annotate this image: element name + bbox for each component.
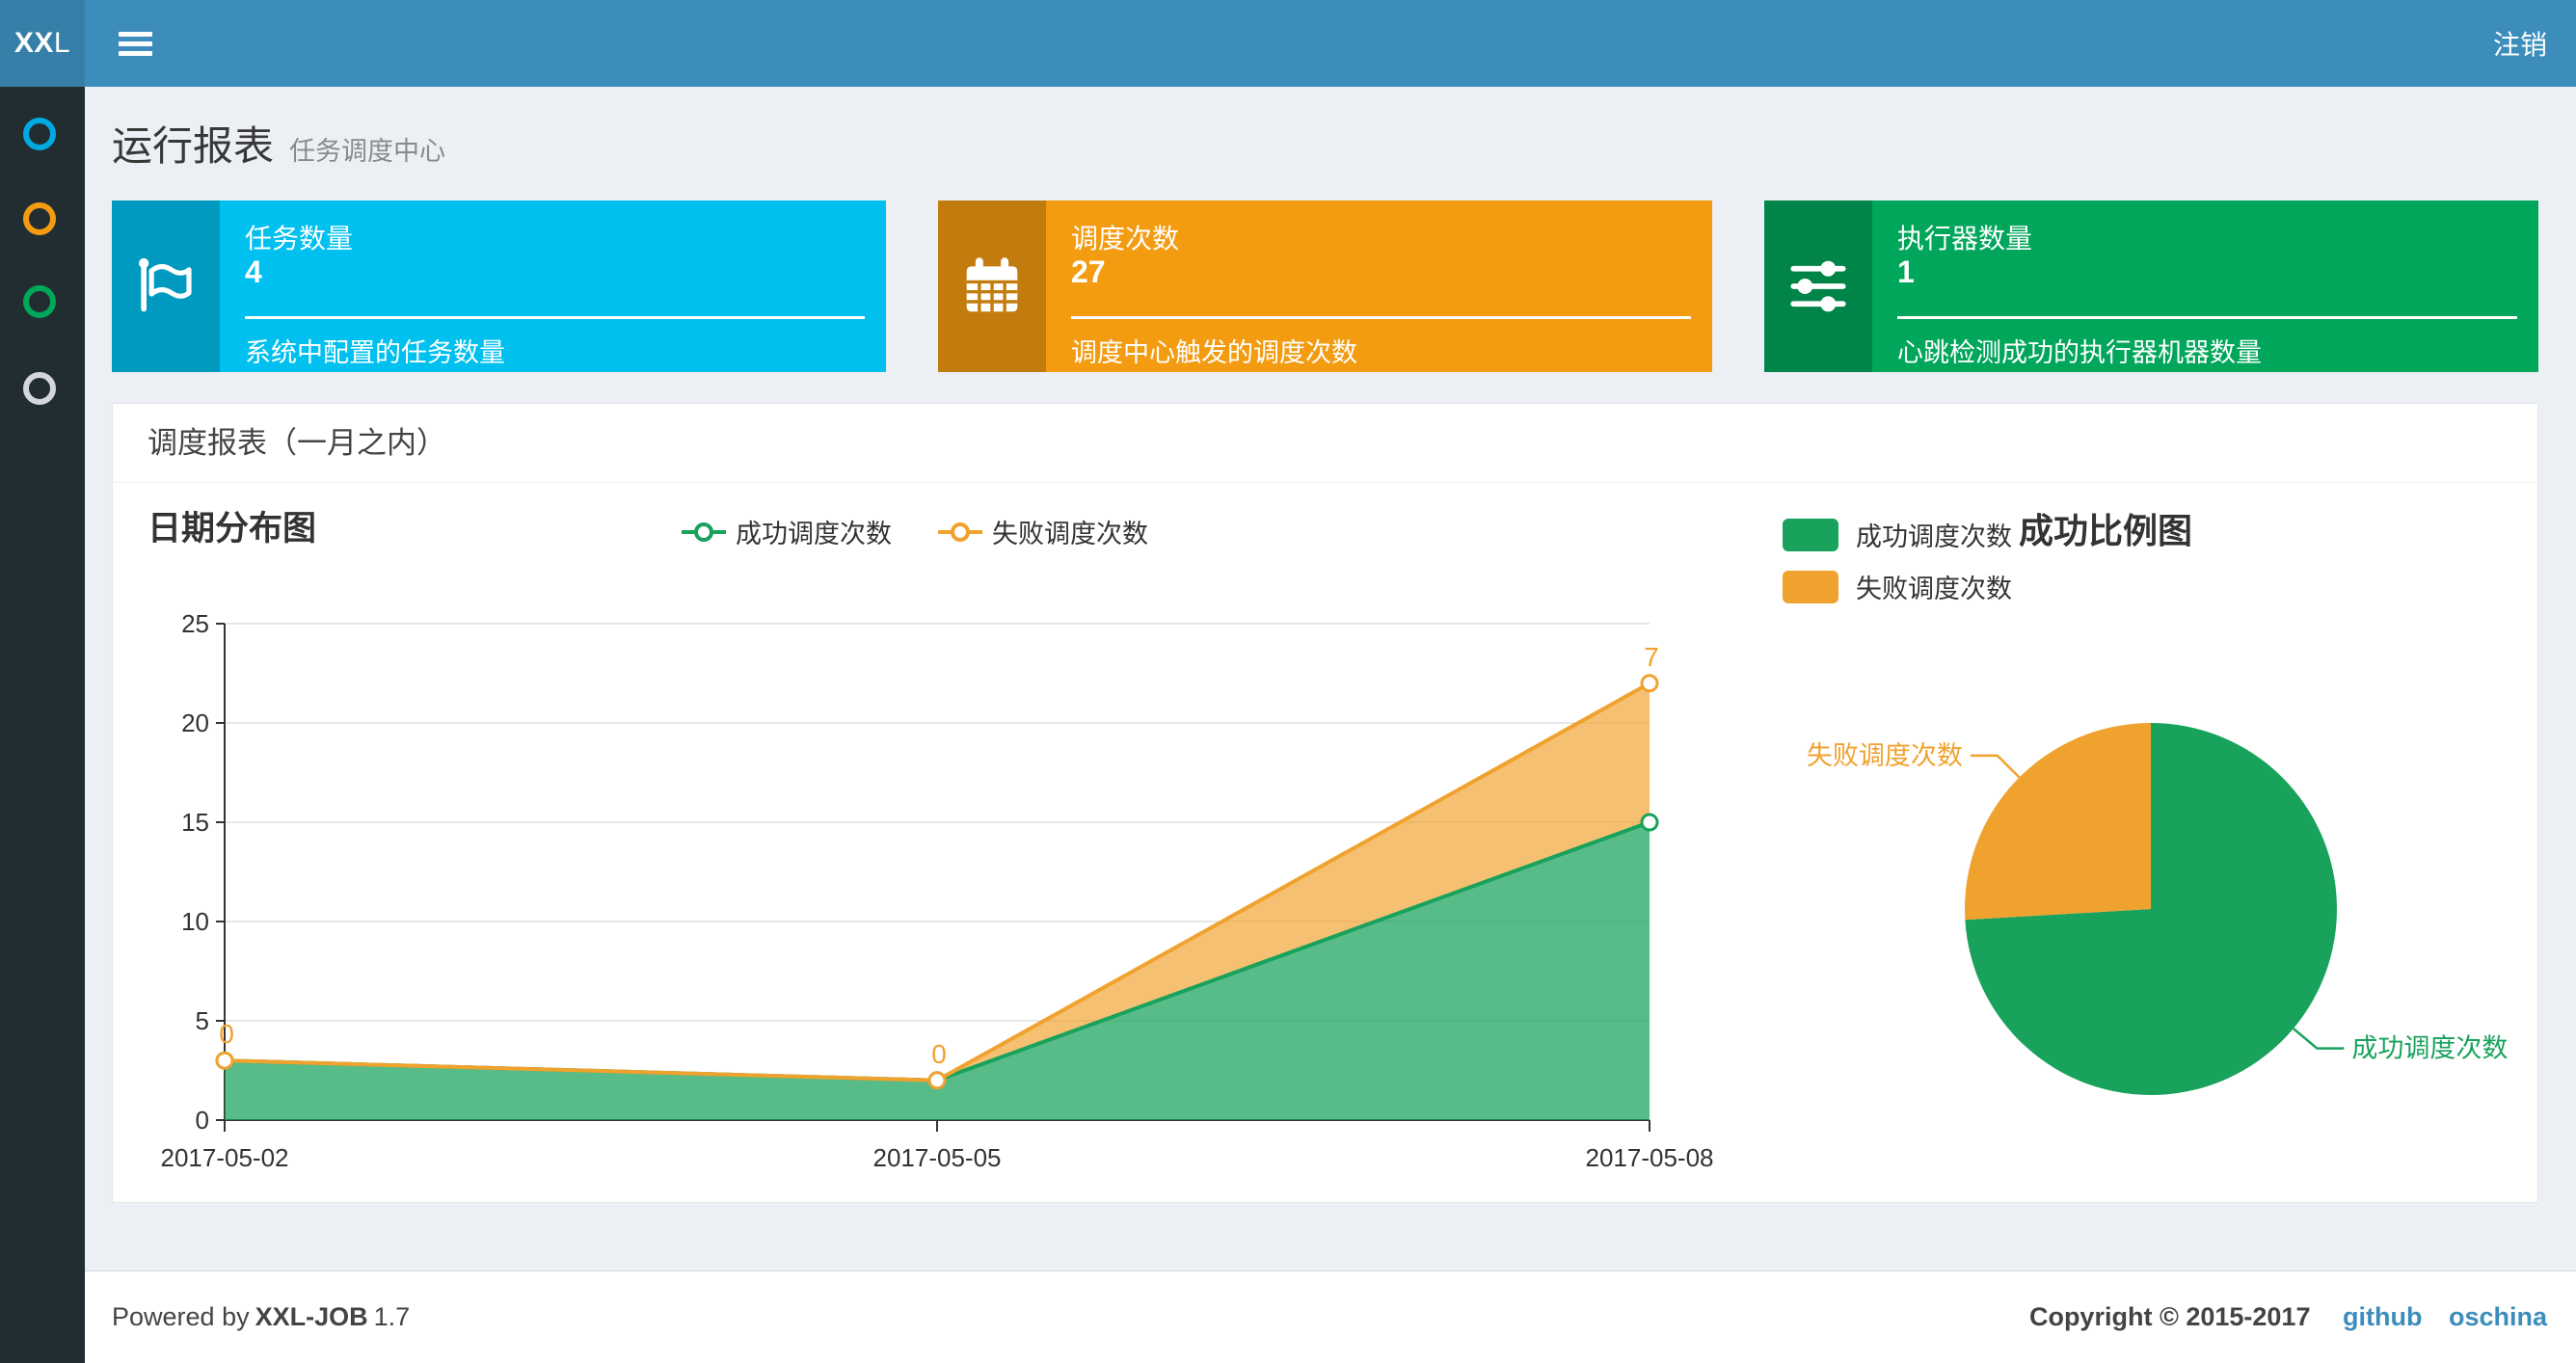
product-version: 1.7 bbox=[373, 1302, 411, 1331]
info-box-desc: 系统中配置的任务数量 bbox=[245, 338, 505, 367]
success-ratio-pie-chart: 失败调度次数成功调度次数 bbox=[1807, 723, 2508, 1095]
sidebar bbox=[0, 87, 85, 1363]
svg-text:20: 20 bbox=[181, 708, 209, 737]
info-box-title: 执行器数量 bbox=[1897, 224, 2033, 254]
legend-swatch-icon bbox=[1783, 518, 1838, 551]
legend-item-success[interactable]: 成功调度次数 bbox=[1783, 516, 2012, 553]
logout-link[interactable]: 注销 bbox=[2493, 0, 2547, 87]
copyright: Copyright © 2015-2017 github oschina bbox=[2028, 1302, 2547, 1331]
content-area: 运行报表 任务调度中心 任务数量 4 系统中配置的任务数量 调度次数 27 调度… bbox=[85, 87, 2576, 1270]
svg-text:失败调度次数: 失败调度次数 bbox=[1807, 741, 1963, 770]
svg-text:成功调度次数: 成功调度次数 bbox=[2351, 1034, 2508, 1063]
legend-item-fail[interactable]: 失败调度次数 bbox=[938, 513, 1148, 550]
svg-text:5: 5 bbox=[196, 1006, 209, 1035]
page-header: 运行报表 任务调度中心 bbox=[112, 114, 445, 173]
svg-text:0: 0 bbox=[196, 1106, 209, 1135]
svg-text:15: 15 bbox=[181, 808, 209, 837]
legend-item-fail[interactable]: 失败调度次数 bbox=[1783, 568, 2012, 605]
info-box-value: 4 bbox=[245, 254, 262, 289]
hamburger-icon bbox=[118, 50, 152, 56]
date-distribution-chart: 05101520252017-05-02 2017-05-05 2017-05-08… bbox=[161, 609, 1714, 1172]
info-box-desc: 心跳检测成功的执行器机器数量 bbox=[1897, 338, 2262, 367]
info-box-desc: 调度中心触发的调度次数 bbox=[1071, 338, 1357, 367]
info-box-divider bbox=[1897, 316, 2517, 319]
svg-text:0: 0 bbox=[931, 1039, 947, 1069]
svg-text:7: 7 bbox=[1644, 642, 1659, 672]
info-box-jobs: 任务数量 4 系统中配置的任务数量 bbox=[112, 200, 886, 372]
line-chart-title: 日期分布图 bbox=[148, 510, 317, 548]
pie-chart-title: 成功比例图 bbox=[2019, 511, 2193, 550]
sidebar-toggle-button[interactable] bbox=[96, 0, 174, 87]
info-box-triggers: 调度次数 27 调度中心触发的调度次数 bbox=[938, 200, 1712, 372]
svg-text:10: 10 bbox=[181, 907, 209, 936]
info-box-row: 任务数量 4 系统中配置的任务数量 调度次数 27 调度中心触发的调度次数 执行… bbox=[112, 200, 2538, 372]
info-box-divider bbox=[245, 316, 865, 319]
info-box-value: 1 bbox=[1897, 254, 1915, 289]
hamburger-icon bbox=[118, 31, 152, 37]
product-name: XXL-JOB bbox=[255, 1302, 368, 1331]
hamburger-icon bbox=[118, 40, 152, 46]
sidebar-item-1-circle-icon[interactable] bbox=[23, 202, 56, 235]
panel-body: 日期分布图 成功调度次数 失败调度次数 0 5 10 15 20 25 2017-05-02… bbox=[113, 484, 2537, 1202]
svg-text:25: 25 bbox=[181, 609, 209, 638]
calendar-icon bbox=[938, 200, 1046, 372]
sliders-icon bbox=[1764, 200, 1872, 372]
report-panel: 调度报表（一月之内） 日期分布图 成功调度次数 失败调度次数 0 5 10 15 20 2… bbox=[112, 403, 2538, 1203]
panel-title: 调度报表（一月之内） bbox=[113, 404, 2537, 483]
flag-icon bbox=[112, 200, 220, 372]
top-navbar: XX L 注销 bbox=[0, 0, 2576, 87]
info-box-value: 27 bbox=[1071, 254, 1106, 289]
sidebar-item-0-circle-icon[interactable] bbox=[23, 118, 56, 150]
github-link[interactable]: github bbox=[2343, 1302, 2422, 1331]
info-box-title: 调度次数 bbox=[1071, 224, 1180, 254]
line-chart-legend: 成功调度次数 失败调度次数 bbox=[682, 513, 1148, 550]
line-marker-icon bbox=[938, 521, 982, 542]
legend-swatch-icon bbox=[1783, 570, 1838, 603]
line-marker-icon bbox=[682, 521, 726, 542]
info-box-divider bbox=[1071, 316, 1691, 319]
legend-item-success[interactable]: 成功调度次数 bbox=[682, 513, 892, 550]
svg-text:0: 0 bbox=[219, 1019, 234, 1049]
sidebar-item-2-circle-icon[interactable] bbox=[23, 285, 56, 318]
pie-chart-legend: 成功调度次数 失败调度次数 bbox=[1783, 516, 2012, 620]
svg-text:2017-05-02: 2017-05-02 bbox=[161, 1143, 289, 1172]
main-footer: Powered by XXL-JOB 1.7 Copyright © 2015-20… bbox=[85, 1270, 2576, 1363]
info-box-executors: 执行器数量 1 心跳检测成功的执行器机器数量 bbox=[1764, 200, 2538, 372]
powered-by: Powered by XXL-JOB 1.7 bbox=[112, 1302, 411, 1331]
svg-text:2017-05-05: 2017-05-05 bbox=[873, 1143, 1002, 1172]
sidebar-item-3-circle-icon[interactable] bbox=[23, 372, 56, 405]
svg-text:2017-05-08: 2017-05-08 bbox=[1586, 1143, 1714, 1172]
oschina-link[interactable]: oschina bbox=[2449, 1302, 2547, 1331]
page-subtitle: 任务调度中心 bbox=[289, 137, 446, 166]
app-logo[interactable]: XX L bbox=[0, 0, 85, 87]
info-box-title: 任务数量 bbox=[245, 224, 354, 254]
page-title: 运行报表 bbox=[112, 123, 275, 169]
